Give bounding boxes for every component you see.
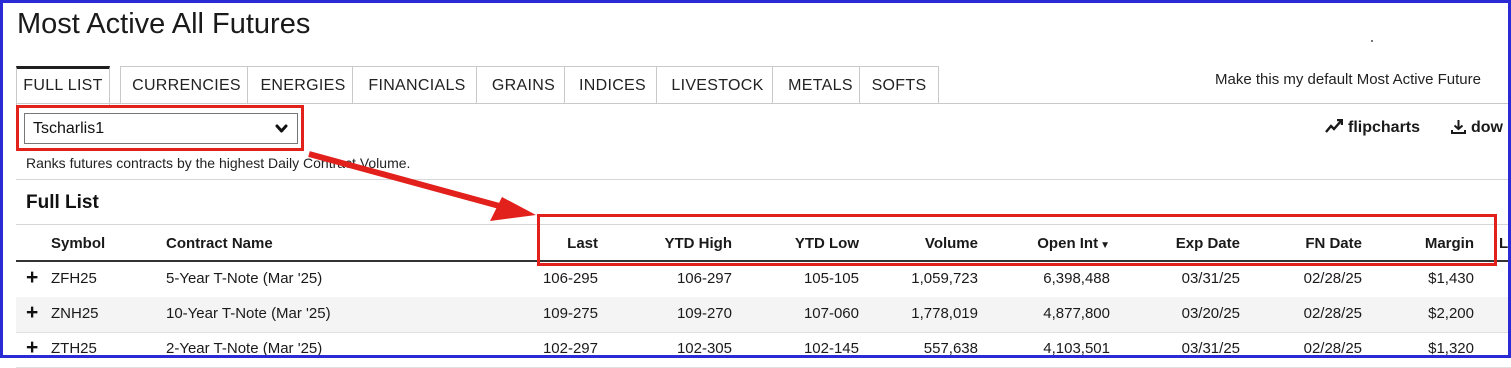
annotation-arrow (308, 151, 536, 221)
